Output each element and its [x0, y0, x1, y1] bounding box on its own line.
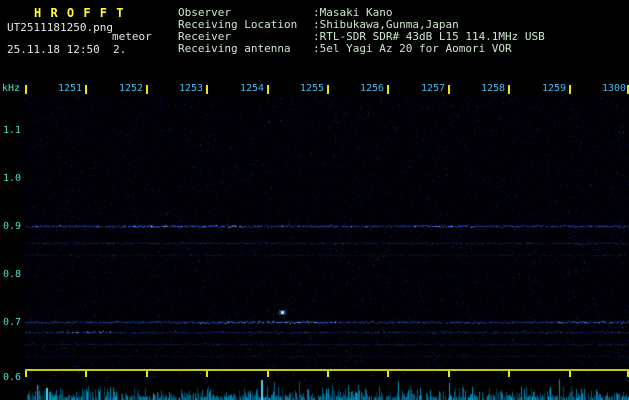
minute-tick-top — [25, 85, 27, 94]
metadata-block: Observer :Masaki Kano Receiving Location… — [178, 0, 629, 60]
meta-row-antenna: Receiving antenna :5el Yagi Az 20 for Ao… — [178, 42, 629, 55]
time-tick-label: 1258 — [481, 83, 506, 94]
time-tick-label: 1252 — [119, 83, 144, 94]
freq-axis-unit: kHz — [2, 83, 21, 94]
time-tick-label: 1256 — [360, 83, 385, 94]
minute-tick-top — [206, 85, 208, 94]
meta-row-location: Receiving Location :Shibukawa,Gunma,Japa… — [178, 18, 629, 31]
time-tick-label: 1259 — [542, 83, 567, 94]
meta-label: Receiving antenna — [178, 42, 291, 55]
app-title: H R O F F T — [34, 6, 125, 20]
minute-tick-bottom — [327, 371, 329, 377]
minute-tick-top — [85, 85, 87, 94]
minute-tick-top — [387, 85, 389, 94]
time-tick-label: 1251 — [58, 83, 83, 94]
minute-tick-bottom — [267, 371, 269, 377]
minute-tick-top — [448, 85, 450, 94]
output-filename: UT2511181250.png — [7, 21, 113, 34]
minute-tick-top — [146, 85, 148, 94]
freq-tick-label: 0.7 — [3, 317, 22, 328]
minute-tick-bottom — [448, 371, 450, 377]
freq-tick-label: 1.0 — [3, 173, 22, 184]
freq-tick-label: 1.1 — [3, 125, 22, 136]
minute-tick-bottom — [387, 371, 389, 377]
minute-tick-top — [508, 85, 510, 94]
time-tick-label: 1300 — [602, 83, 627, 94]
minute-tick-bottom — [569, 371, 571, 377]
minute-tick-bottom — [85, 371, 87, 377]
freq-tick-label: 0.6 — [3, 372, 22, 383]
station-label: meteor — [112, 30, 152, 43]
minute-tick-bottom — [206, 371, 208, 377]
minute-tick-top — [267, 85, 269, 94]
timestamp: 25.11.18 12:50 2. — [7, 43, 127, 56]
spectrogram-canvas — [25, 96, 629, 370]
time-tick-label: 1254 — [240, 83, 265, 94]
minute-tick-top — [569, 85, 571, 94]
meta-value: :5el Yagi Az 20 for Aomori VOR — [313, 42, 512, 55]
minute-tick-bottom — [508, 371, 510, 377]
time-tick-label: 1255 — [300, 83, 325, 94]
time-tick-label: 1253 — [179, 83, 204, 94]
minute-tick-bottom — [146, 371, 148, 377]
meta-row-observer: Observer :Masaki Kano — [178, 6, 629, 19]
freq-tick-label: 0.9 — [3, 221, 22, 232]
minute-tick-bottom — [25, 371, 27, 377]
freq-tick-label: 0.8 — [3, 269, 22, 280]
time-tick-label: 1257 — [421, 83, 446, 94]
minute-tick-top — [327, 85, 329, 94]
meta-row-receiver: Receiver :RTL-SDR SDR# 43dB L15 114.1MHz… — [178, 30, 629, 43]
hrofft-output-window: H R O F F T UT2511181250.png meteor 25.1… — [0, 0, 629, 400]
